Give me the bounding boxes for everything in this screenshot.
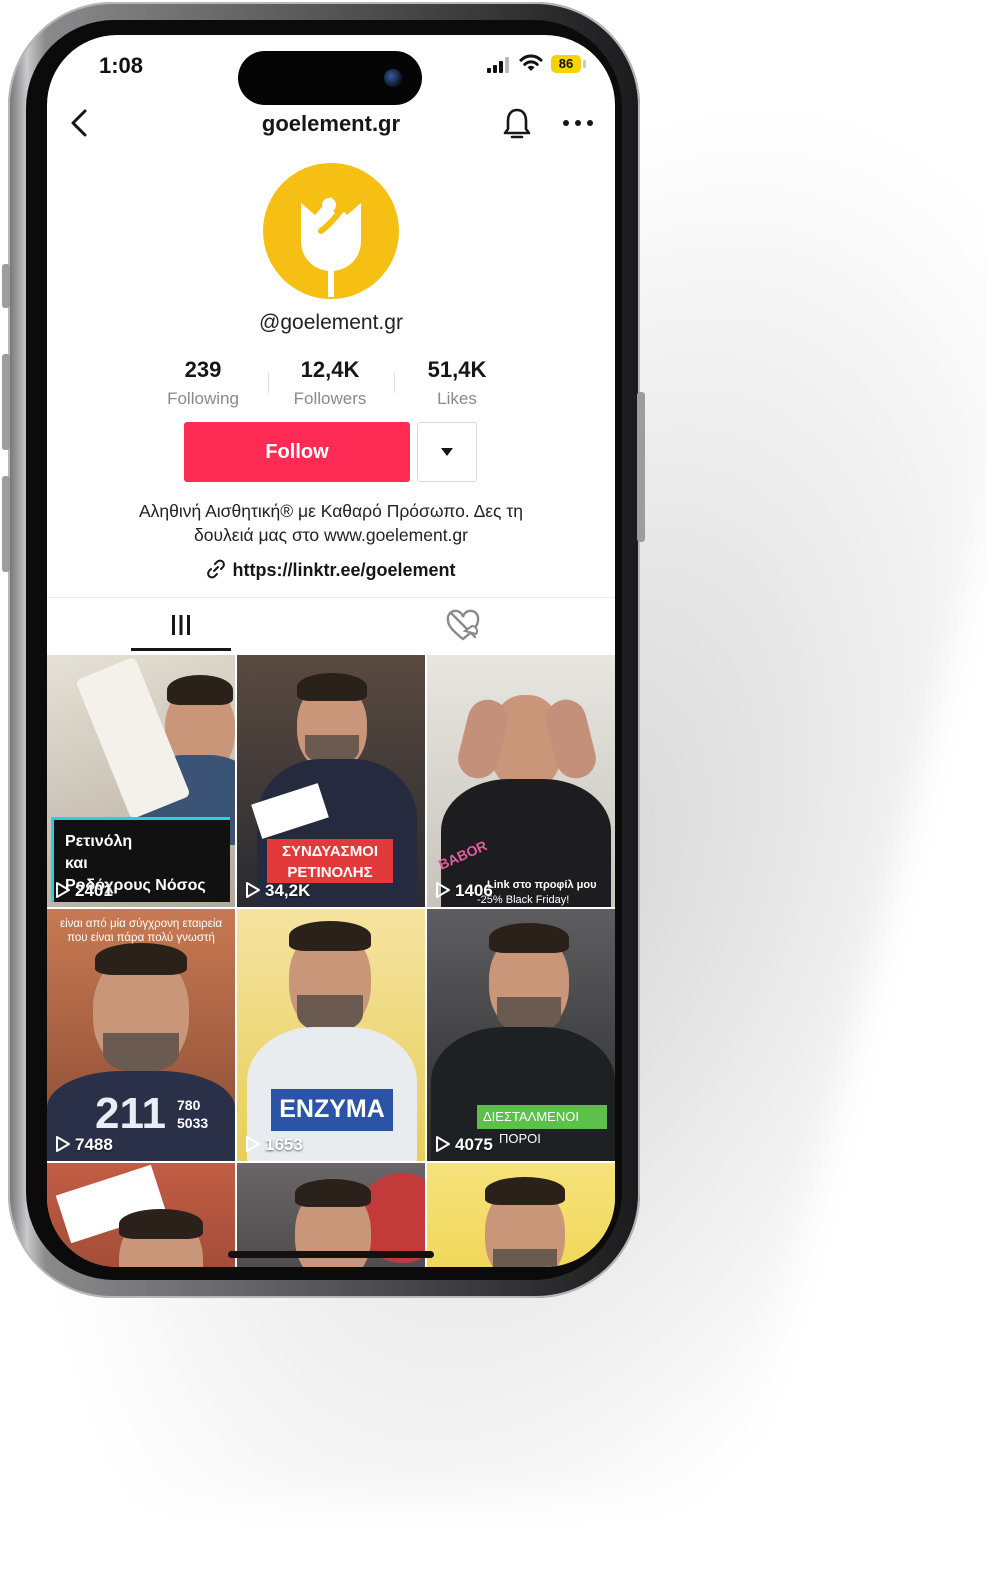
notification-bell-icon[interactable] [502, 107, 532, 141]
video-caption: ΡΕΤΙΝΟΛΗΣ [287, 864, 373, 881]
grid-icon [172, 615, 190, 635]
video-caption: ΕΝΖΥΜΑ [279, 1095, 385, 1123]
tulip-logo-icon [301, 197, 361, 297]
video-tile[interactable] [47, 1163, 235, 1267]
tab-liked-hidden-icon[interactable] [443, 609, 483, 643]
profile-handle: @goelement.gr [259, 311, 403, 334]
small-number: 5033 [177, 1115, 209, 1131]
battery-indicator: 86 [551, 55, 581, 73]
video-tile[interactable]: ΔΙΕΣΤΑΛΜΕΝΟΙ ΠΟΡΟΙ 4075 [427, 909, 615, 1161]
video-views: 1653 [245, 1135, 303, 1155]
video-views: 2401 [55, 881, 113, 901]
video-tile[interactable]: Ρετινόλη και Ροδόχρους Νόσος 2401 [47, 655, 235, 907]
bio-line: δουλειά μας στο www.goelement.gr [194, 525, 468, 545]
more-options-icon[interactable] [561, 111, 595, 135]
wifi-icon [519, 54, 543, 71]
dynamic-island [238, 51, 422, 105]
camera-icon [384, 69, 402, 87]
profile-bio: Αληθινή Αισθητική® με Καθαρό Πρόσωπο. Δε… [87, 499, 575, 547]
tab-divider [47, 597, 615, 598]
suggested-accounts-button[interactable] [417, 422, 477, 482]
profile-link-text: https://linktr.ee/goelement [232, 560, 456, 580]
cellular-signal-icon [487, 57, 509, 73]
followers-label: Followers [293, 389, 367, 408]
battery-tip [583, 60, 586, 68]
video-caption: ΣΥΝΔΥΑΣΜΟΙ [281, 843, 379, 860]
volume-down-button [2, 476, 10, 572]
video-tile[interactable]: ΣΥΝΔΥΑΣΜΟΙ ΡΕΤΙΝΟΛΗΣ 34,2K [237, 655, 425, 907]
link-icon [207, 559, 226, 579]
following-label: Following [167, 389, 239, 408]
video-views: 7488 [55, 1135, 113, 1155]
status-time: 1:08 [99, 53, 144, 78]
video-caption: ΔΙΕΣΤΑΛΜΕΝΟΙ [483, 1109, 579, 1124]
bio-line: Αληθινή Αισθητική® με Καθαρό Πρόσωπο. Δε… [138, 501, 524, 521]
profile-link[interactable]: https://linktr.ee/goelement [47, 559, 615, 581]
video-tile[interactable]: είναι από μία σύγχρονη εταιρεία που είνα… [47, 909, 235, 1161]
video-tile[interactable]: BABOR Link στο προφίλ μου -25% Black Fri… [427, 655, 615, 907]
video-tile[interactable] [427, 1163, 615, 1267]
home-indicator[interactable] [228, 1251, 434, 1258]
likes-stat[interactable]: 51,4K Likes [392, 357, 522, 409]
video-caption: Link στο προφίλ μου [487, 879, 597, 891]
video-views: 1406 [435, 881, 493, 901]
big-number: 211 [95, 1089, 166, 1138]
volume-up-button [2, 354, 10, 450]
tab-videos[interactable] [131, 599, 231, 651]
likes-label: Likes [437, 389, 477, 408]
followers-stat[interactable]: 12,4K Followers [265, 357, 395, 409]
video-caption: είναι από μία σύγχρονη εταιρεία που είνα… [59, 918, 223, 944]
video-views: 4075 [435, 1135, 493, 1155]
power-button [637, 392, 645, 542]
silent-switch [2, 264, 10, 308]
caret-down-icon [441, 448, 453, 456]
active-tab-indicator [131, 648, 231, 651]
phone-frame: 1:08 86 goelement.gr @goelement.gr 239 F… [2, 2, 645, 1298]
following-stat[interactable]: 239 Following [138, 357, 268, 409]
following-count: 239 [184, 357, 222, 382]
likes-count: 51,4K [427, 357, 487, 382]
follow-button[interactable]: Follow [184, 422, 410, 482]
video-tile[interactable]: ΕΝΖΥΜΑ 1653 [237, 909, 425, 1161]
followers-count: 12,4K [300, 357, 360, 382]
app-screen: 1:08 86 goelement.gr @goelement.gr 239 F… [47, 35, 615, 1267]
video-caption: ΠΟΡΟΙ [499, 1131, 541, 1146]
small-number: 780 [177, 1097, 201, 1113]
profile-avatar[interactable] [263, 163, 399, 299]
video-views: 34,2K [245, 881, 310, 901]
